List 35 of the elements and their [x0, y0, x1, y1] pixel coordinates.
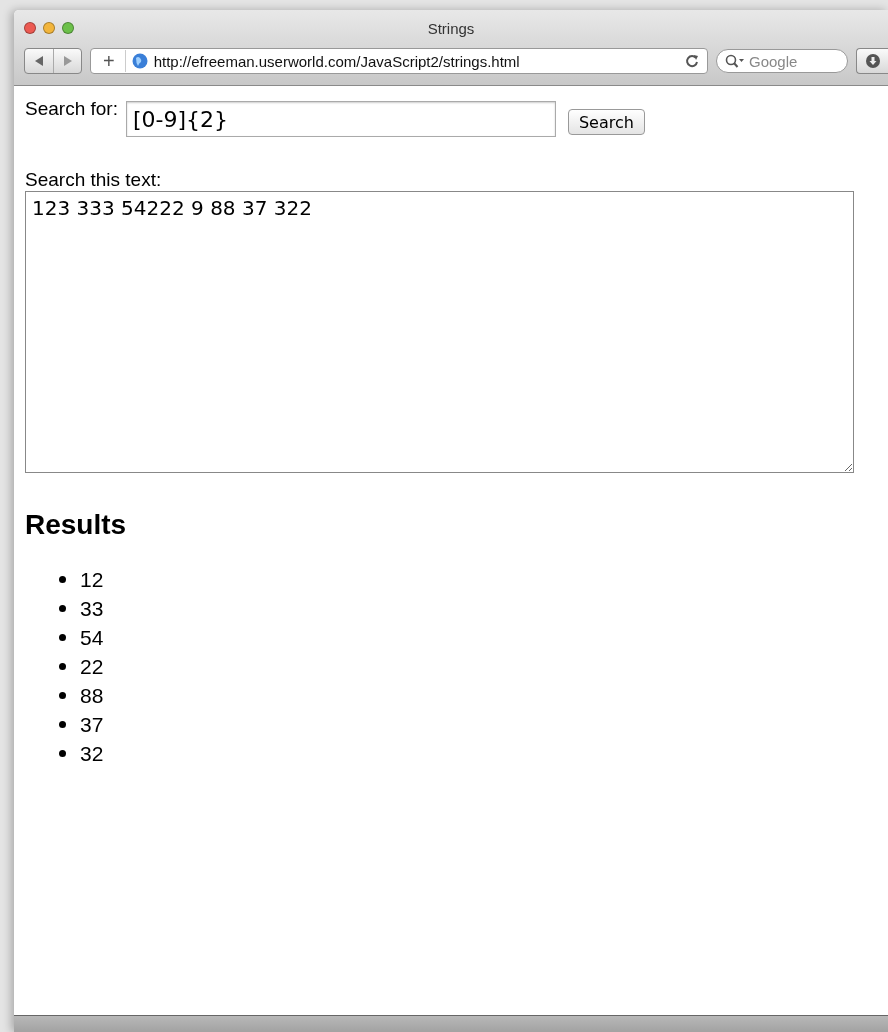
forward-icon [63, 56, 72, 66]
url-text: http://efreeman.userworld.com/JavaScript2/strings.html [153, 52, 521, 70]
result-item: 37 [80, 712, 104, 737]
add-bookmark-button[interactable]: + [99, 50, 126, 72]
bullet-icon [59, 605, 66, 612]
search-field[interactable]: Google [716, 49, 848, 73]
bullet-icon [59, 634, 66, 641]
close-button[interactable] [24, 22, 36, 34]
result-item: 22 [80, 654, 104, 679]
search-input[interactable]: [0-9]{2} [125, 101, 556, 137]
address-bar[interactable]: + http://efreeman.userworld.com/JavaScript2/strings.html [90, 48, 708, 74]
downloads-button[interactable] [856, 48, 888, 74]
search-label: Search for: [25, 98, 118, 120]
result-item: 54 [80, 625, 104, 650]
bullet-icon [59, 750, 66, 757]
bullet-icon [59, 576, 66, 583]
text-area[interactable]: 123 333 54222 9 88 37 322 [25, 191, 854, 473]
result-item: 12 [80, 567, 104, 592]
zoom-button[interactable] [62, 22, 74, 34]
reload-icon[interactable] [685, 54, 699, 68]
back-icon [35, 56, 43, 66]
result-item: 88 [80, 683, 104, 708]
window-title: Strings [427, 19, 475, 37]
result-item: 32 [80, 741, 104, 766]
globe-icon [131, 53, 148, 69]
search-button[interactable]: Search [567, 109, 645, 135]
bullet-icon [59, 663, 66, 670]
bullet-icon [59, 721, 66, 728]
minimize-button[interactable] [43, 22, 55, 34]
search-icon [725, 54, 745, 68]
bullet-icon [59, 692, 66, 699]
text-label: Search this text: [25, 169, 163, 191]
results-heading: Results [25, 509, 128, 541]
result-item: 33 [80, 596, 104, 621]
download-icon [865, 54, 880, 68]
